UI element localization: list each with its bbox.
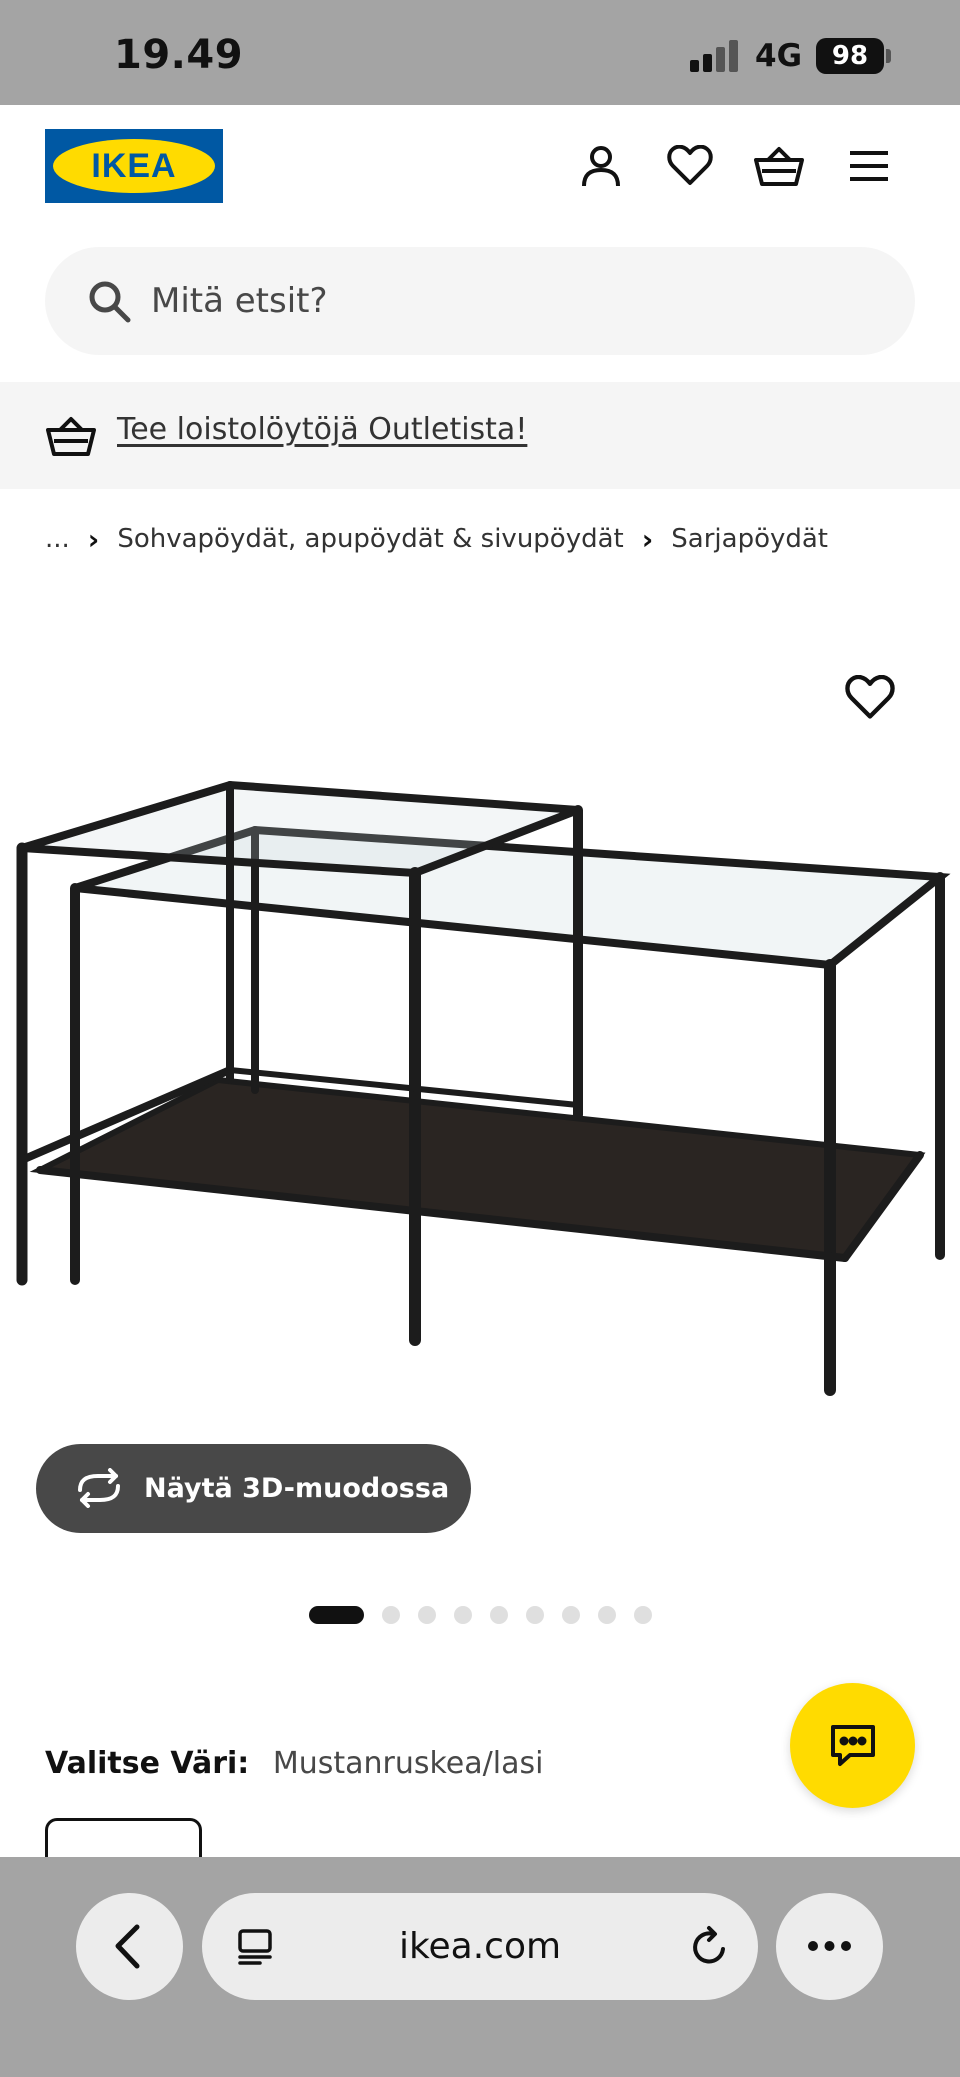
battery-tip bbox=[886, 49, 891, 63]
pagination-dot[interactable] bbox=[382, 1606, 400, 1624]
signal-icon bbox=[690, 40, 738, 72]
promo-banner: Tee loistolöytöjä Outletista! bbox=[0, 382, 960, 489]
chat-button[interactable] bbox=[790, 1683, 915, 1808]
pagination-dot[interactable] bbox=[634, 1606, 652, 1624]
basket-icon bbox=[46, 417, 96, 456]
rotate-3d-icon bbox=[78, 1468, 120, 1508]
outlet-link[interactable]: Tee loistolöytöjä Outletista! bbox=[117, 412, 527, 447]
status-bar: 19.49 4G 98 bbox=[0, 0, 960, 105]
color-value: Mustanruskea/lasi bbox=[272, 1746, 544, 1781]
ikea-logo[interactable]: IKEA bbox=[45, 129, 223, 203]
network-type: 4G bbox=[755, 38, 803, 74]
url-text: ikea.com bbox=[398, 1926, 562, 1967]
search-input[interactable] bbox=[151, 247, 871, 355]
reload-icon[interactable] bbox=[687, 1925, 731, 1969]
breadcrumb: ... › Sohvapöydät, apupöydät & sivupöydä… bbox=[45, 519, 828, 559]
pagination-dot[interactable] bbox=[598, 1606, 616, 1624]
breadcrumb-ellipsis[interactable]: ... bbox=[45, 524, 70, 554]
product-image[interactable] bbox=[0, 760, 960, 1420]
account-button[interactable] bbox=[575, 140, 627, 192]
breadcrumb-item-nesting-tables[interactable]: Sarjapöydät bbox=[671, 524, 828, 554]
pagination-dot[interactable] bbox=[418, 1606, 436, 1624]
chevron-right-icon: › bbox=[87, 522, 100, 556]
search-bar[interactable] bbox=[45, 247, 915, 355]
image-pagination bbox=[309, 1606, 670, 1624]
pagination-dot[interactable] bbox=[562, 1606, 580, 1624]
more-icon bbox=[808, 1941, 851, 1951]
color-selector: Valitse Väri: Mustanruskea/lasi bbox=[45, 1746, 543, 1781]
user-icon bbox=[582, 146, 620, 187]
view-3d-label: Näytä 3D-muodossa bbox=[144, 1473, 450, 1504]
chevron-right-icon: › bbox=[641, 522, 654, 556]
address-bar[interactable]: ikea.com bbox=[202, 1893, 758, 2000]
menu-icon bbox=[850, 151, 888, 181]
basket-icon bbox=[754, 147, 804, 186]
chat-icon bbox=[831, 1725, 875, 1766]
status-time: 19.49 bbox=[114, 32, 244, 78]
heart-icon bbox=[667, 145, 713, 185]
breadcrumb-item-coffee-tables[interactable]: Sohvapöydät, apupöydät & sivupöydät bbox=[117, 524, 623, 554]
view-3d-button[interactable]: Näytä 3D-muodossa bbox=[36, 1444, 471, 1533]
menu-button[interactable] bbox=[843, 140, 895, 192]
back-button[interactable] bbox=[76, 1893, 183, 2000]
pagination-dot[interactable] bbox=[490, 1606, 508, 1624]
pagination-dot[interactable] bbox=[526, 1606, 544, 1624]
chevron-left-icon bbox=[115, 1924, 140, 1969]
cart-button[interactable] bbox=[753, 140, 805, 192]
more-button[interactable] bbox=[776, 1893, 883, 2000]
favourites-button[interactable] bbox=[664, 140, 716, 192]
heart-icon[interactable] bbox=[845, 675, 895, 721]
battery-level: 98 bbox=[816, 38, 884, 74]
pagination-dot[interactable] bbox=[309, 1606, 364, 1624]
site-header: IKEA bbox=[0, 105, 960, 230]
browser-toolbar: ikea.com bbox=[0, 1857, 960, 2077]
color-label: Valitse Väri: bbox=[45, 1746, 250, 1781]
pagination-dot[interactable] bbox=[454, 1606, 472, 1624]
search-icon bbox=[89, 281, 131, 323]
logo-text: IKEA bbox=[91, 147, 177, 185]
